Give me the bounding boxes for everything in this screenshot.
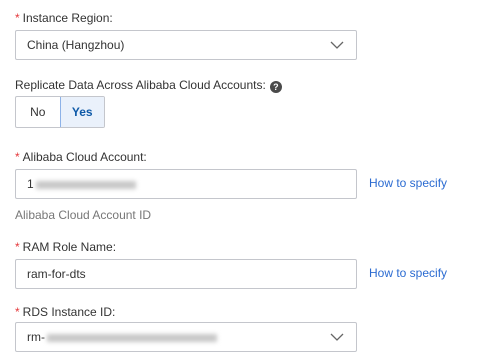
required-mark: * [15,240,20,254]
replicate-toggle: No Yes [15,96,105,128]
redacted-text [35,180,136,189]
instance-region-select[interactable]: China (Hangzhou) [15,30,357,60]
redacted-text [47,333,217,342]
ram-role-value: ram-for-dts [27,267,86,281]
required-mark: * [15,11,20,25]
account-value: 1 [27,177,136,191]
rds-instance-select[interactable]: rm- [15,322,357,352]
account-help-text: Alibaba Cloud Account ID [15,208,152,222]
replicate-label: Replicate Data Across Alibaba Cloud Acco… [15,78,282,93]
question-circle-icon[interactable]: ? [269,81,282,93]
required-mark: * [15,305,20,319]
replicate-option-yes[interactable]: Yes [59,97,104,127]
chevron-down-icon [330,333,344,341]
instance-region-label: * Instance Region: [15,11,113,25]
rds-instance-label: * RDS Instance ID: [15,305,116,319]
rds-instance-value: rm- [27,330,217,344]
required-mark: * [15,150,20,164]
chevron-down-icon [330,41,344,49]
ram-role-input[interactable]: ram-for-dts [15,259,357,289]
account-label: * Alibaba Cloud Account: [15,150,147,164]
instance-region-value: China (Hangzhou) [27,38,125,52]
replicate-option-no[interactable]: No [16,97,60,127]
account-how-to-specify-link[interactable]: How to specify [369,176,447,190]
ram-role-label: * RAM Role Name: [15,240,117,254]
ram-role-how-to-specify-link[interactable]: How to specify [369,266,447,280]
account-input[interactable]: 1 [15,169,357,199]
